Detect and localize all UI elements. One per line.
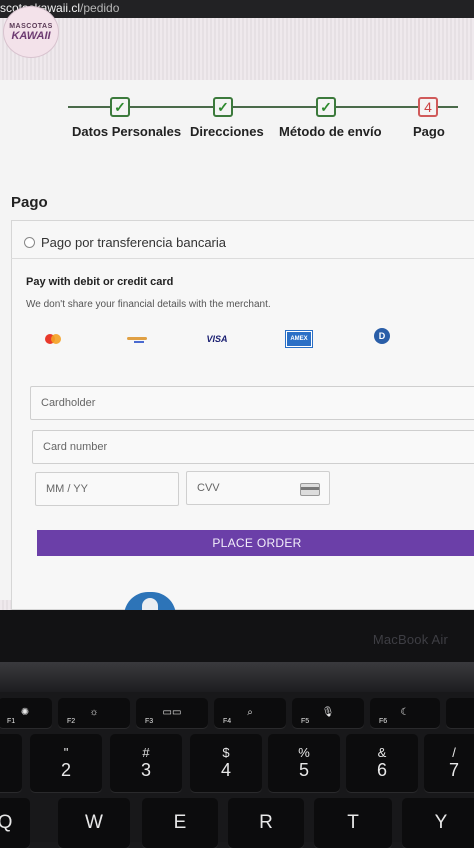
device-label: MacBook Air: [372, 632, 448, 647]
f6-label: F6: [379, 718, 388, 725]
brightness-down-icon: ✺: [20, 707, 30, 718]
key-7-digit: 7: [448, 760, 459, 780]
f5-key[interactable]: 🎙 F5: [292, 698, 364, 728]
key-4-symbol: $: [222, 745, 230, 760]
card-payment-title: Pay with debit or credit card: [26, 276, 174, 288]
f4-label: F4: [223, 718, 232, 725]
key-t[interactable]: T: [314, 798, 392, 848]
bank-transfer-label: Pago por transferencia bancaria: [41, 235, 227, 250]
laptop-hinge: [0, 662, 474, 692]
f4-key[interactable]: ⌕ F4: [214, 698, 286, 728]
key-3-digit: 3: [140, 760, 151, 780]
step-label-metodo-envio[interactable]: Método de envío: [279, 124, 382, 139]
key-1[interactable]: [0, 734, 22, 792]
store-logo[interactable]: MASCOTAS KAWAII: [3, 6, 59, 58]
diners-club-icon: D: [374, 328, 390, 344]
cardholder-input[interactable]: Cardholder: [30, 386, 474, 420]
key-6-symbol: &: [377, 745, 387, 760]
step-label-pago: Pago: [413, 124, 445, 139]
place-order-button[interactable]: PLACE ORDER: [37, 530, 474, 556]
key-4[interactable]: $ 4: [190, 734, 262, 792]
key-7[interactable]: / 7: [424, 734, 474, 792]
key-5[interactable]: % 5: [268, 734, 340, 792]
amex-icon: AMEX: [285, 330, 313, 348]
moon-icon: ☾: [400, 707, 410, 718]
key-w[interactable]: W: [58, 798, 130, 848]
radio-button[interactable]: [24, 237, 35, 248]
key-4-digit: 4: [220, 760, 231, 780]
key-y[interactable]: Y: [402, 798, 474, 848]
search-icon: ⌕: [247, 707, 253, 718]
f5-label: F5: [301, 718, 310, 725]
key-q[interactable]: Q: [0, 798, 30, 848]
step-1-check-icon: ✓: [110, 97, 130, 117]
f7-key[interactable]: [446, 698, 474, 728]
key-6[interactable]: & 6: [346, 734, 418, 792]
url-path: /pedido: [80, 1, 120, 15]
brightness-up-icon: ☼: [89, 707, 99, 718]
f1-key[interactable]: ✺ F1: [0, 698, 52, 728]
visa-icon: VISA: [206, 334, 228, 344]
expiry-date-input[interactable]: MM / YY: [35, 472, 179, 506]
step-3-check-icon: ✓: [316, 97, 336, 117]
key-7-symbol: /: [452, 745, 456, 760]
card-brand-icon: [125, 330, 149, 348]
cvv-card-icon: [300, 483, 320, 496]
key-r[interactable]: R: [228, 798, 304, 848]
key-e[interactable]: E: [142, 798, 218, 848]
logo-line1: MASCOTAS: [9, 22, 53, 30]
f1-label: F1: [7, 718, 16, 725]
key-5-digit: 5: [298, 760, 309, 780]
key-5-symbol: %: [298, 745, 310, 760]
f3-label: F3: [145, 718, 154, 725]
card-number-input[interactable]: Card number: [32, 430, 474, 464]
f6-key[interactable]: ☾ F6: [370, 698, 440, 728]
step-label-direcciones[interactable]: Direcciones: [190, 124, 264, 139]
option-divider: [11, 258, 474, 259]
step-4-number: 4: [418, 97, 438, 117]
f3-key[interactable]: ▭▭ F3: [136, 698, 208, 728]
step-label-datos-personales[interactable]: Datos Personales: [72, 124, 181, 139]
logo-line2: KAWAII: [11, 29, 51, 42]
address-bar[interactable]: scotaskawaii.cl/pedido: [0, 0, 474, 18]
mastercard-icon: [43, 330, 63, 348]
microphone-icon: 🎙: [321, 707, 335, 718]
key-2[interactable]: " 2: [30, 734, 102, 792]
key-2-digit: 2: [60, 760, 71, 780]
bank-transfer-option[interactable]: Pago por transferencia bancaria: [24, 235, 226, 250]
key-6-digit: 6: [376, 760, 387, 780]
key-3-symbol: #: [142, 745, 150, 760]
key-2-symbol: ": [63, 745, 69, 760]
f2-label: F2: [67, 718, 76, 725]
step-2-check-icon: ✓: [213, 97, 233, 117]
key-3[interactable]: # 3: [110, 734, 182, 792]
mission-control-icon: ▭▭: [162, 707, 182, 718]
f2-key[interactable]: ☼ F2: [58, 698, 130, 728]
card-payment-subtitle: We don't share your financial details wi…: [26, 299, 271, 310]
section-title-pago: Pago: [11, 194, 48, 211]
